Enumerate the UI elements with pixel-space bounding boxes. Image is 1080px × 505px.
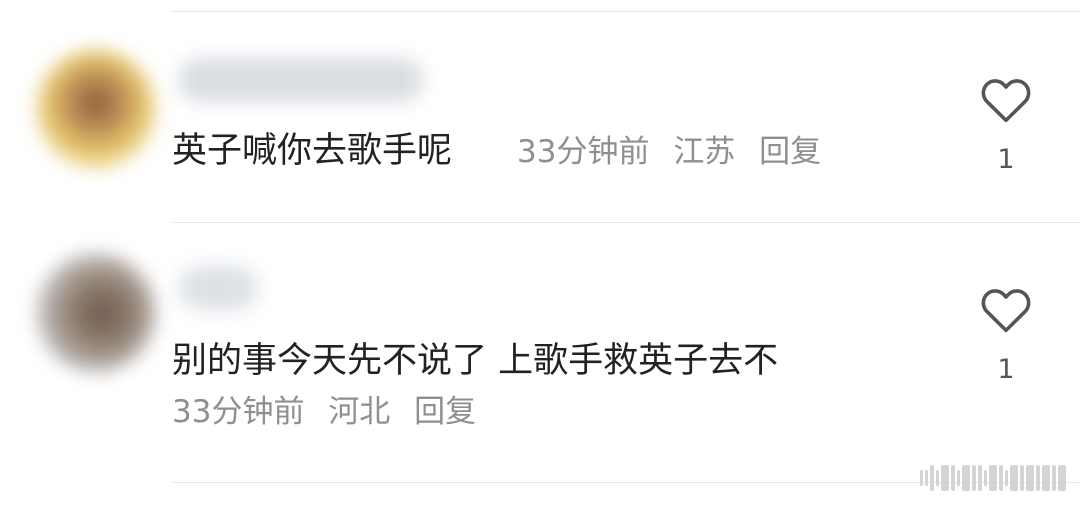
comment-divider	[172, 11, 1080, 12]
comment-meta: 33分钟前 江苏 回复	[517, 137, 821, 168]
avatar[interactable]	[37, 50, 155, 168]
comment-time: 33分钟前	[517, 134, 650, 170]
username-blurred[interactable]	[178, 58, 423, 102]
heart-icon[interactable]	[979, 74, 1033, 124]
comment-divider	[172, 222, 1080, 223]
watermark	[836, 462, 1066, 494]
like-count: 1	[997, 354, 1015, 385]
reply-button[interactable]: 回复	[414, 394, 476, 430]
comment-location: 江苏	[673, 134, 736, 170]
comment-text: 英子喊你去歌手呢	[172, 131, 453, 171]
comment-text: 别的事今天先不说了 上歌手救英子去不	[172, 341, 779, 381]
avatar[interactable]	[37, 254, 155, 372]
comment-location: 河北	[328, 394, 391, 430]
like-count: 1	[997, 144, 1015, 175]
reply-button[interactable]: 回复	[759, 134, 821, 170]
heart-icon[interactable]	[979, 284, 1033, 334]
username-blurred[interactable]	[178, 266, 258, 310]
comment-meta: 33分钟前 河北 回复	[172, 397, 476, 428]
comment-time: 33分钟前	[172, 394, 305, 430]
